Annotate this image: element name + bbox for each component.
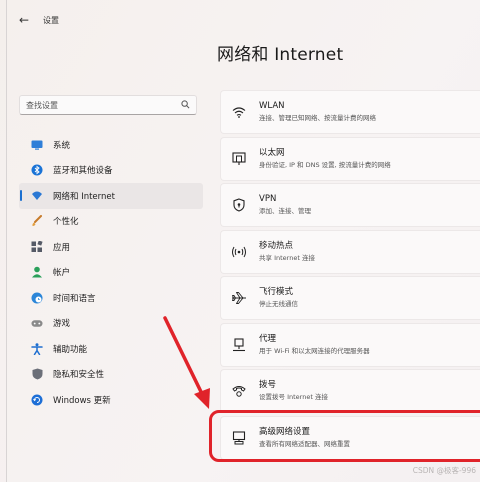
card-subtitle: 设置拨号 Internet 连接 [259,393,328,401]
airplane-icon [231,290,247,306]
card-wlan[interactable]: WLAN 连接、管理已知网络、按流量计费的网络 [220,90,480,134]
card-title: 飞行模式 [259,287,294,297]
sidebar-item-privacy[interactable]: 隐私和安全性 [19,362,203,388]
sidebar-item-personalization[interactable]: 个性化 [19,209,203,235]
sidebar-item-label: 个性化 [53,217,79,228]
card-subtitle: 添加、连接、管理 [259,207,311,215]
sidebar-item-label: 隐私和安全性 [53,370,105,381]
card-subtitle: 共享 Internet 连接 [259,253,315,262]
account-icon [31,266,43,278]
card-title: WLAN [259,101,285,111]
sidebar-item-accessibility[interactable]: 辅助功能 [19,336,203,362]
dialup-icon [231,383,247,399]
sidebar-item-label: 辅助功能 [53,344,88,355]
sidebar-item-system[interactable]: 系统 [19,132,203,158]
vpn-shield-icon [231,197,247,213]
app-title: 设置 [43,15,59,25]
card-title: VPN [259,194,277,204]
accessibility-icon [31,343,43,355]
card-vpn[interactable]: VPN 添加、连接、管理 [220,183,480,227]
search-placeholder: 查找设置 [26,100,58,110]
sidebar-item-label: 应用 [53,242,71,253]
card-title: 移动热点 [259,240,294,251]
hotspot-icon [231,244,247,260]
sidebar-item-accounts[interactable]: 帐户 [19,260,203,286]
search-icon [181,99,190,111]
card-title: 代理 [259,333,277,344]
sidebar-item-label: 帐户 [53,268,71,279]
titlebar: ← 设置 [19,12,59,28]
card-ethernet[interactable]: 以太网 身份验证, IP 和 DNS 设置, 按流量计费的网络 [220,136,480,181]
settings-window: ← 设置 查找设置 系统 蓝牙和其他设备 网络和 Internet 个性化 应用… [6,0,480,482]
wifi-icon [31,190,43,202]
card-subtitle: 停止无线通信 [259,300,298,308]
watermark: CSDN @极客-996 [412,466,476,475]
sidebar-item-network[interactable]: 网络和 Internet [19,183,203,209]
system-icon [31,139,43,151]
card-subtitle: 身份验证, IP 和 DNS 设置, 按流量计费的网络 [259,160,391,169]
sidebar-item-label: 时间和语言 [53,293,96,304]
sidebar-item-label: 游戏 [53,319,71,330]
sidebar-item-label: 网络和 Internet [53,191,115,202]
apps-icon [31,240,43,253]
sidebar-item-time-language[interactable]: 时间和语言 [19,285,203,311]
sidebar-item-bluetooth[interactable]: 蓝牙和其他设备 [19,158,203,184]
search-input[interactable]: 查找设置 [19,95,197,115]
card-title: 拨号 [259,380,277,390]
sidebar-item-label: 系统 [53,140,71,151]
settings-cards: WLAN 连接、管理已知网络、按流量计费的网络 以太网 身份验证, IP 和 D… [220,90,480,462]
card-subtitle: 用于 Wi-Fi 和以太网连接的代理服务器 [259,346,370,355]
sidebar-item-apps[interactable]: 应用 [19,234,203,260]
bluetooth-icon [31,164,43,176]
shield-icon [31,368,43,380]
back-arrow-icon[interactable]: ← [19,13,35,27]
ethernet-icon [231,151,247,167]
card-mobile-hotspot[interactable]: 移动热点 共享 Internet 连接 [220,229,480,274]
card-dialup[interactable]: 拨号 设置拨号 Internet 连接 [220,369,480,413]
card-subtitle: 查看所有网络适配器、网络重置 [259,439,350,448]
card-advanced-network-settings[interactable]: 高级网络设置 查看所有网络适配器、网络重置 [220,415,480,460]
globe-clock-icon [31,292,43,304]
card-title: 高级网络设置 [259,426,311,437]
card-airplane-mode[interactable]: 飞行模式 停止无线通信 [220,276,480,320]
sidebar-item-windows-update[interactable]: Windows 更新 [19,387,203,413]
sidebar-nav: 系统 蓝牙和其他设备 网络和 Internet 个性化 应用 帐户 时间和语言 … [19,132,203,413]
gamepad-icon [31,317,43,329]
card-subtitle: 连接、管理已知网络、按流量计费的网络 [259,114,376,122]
sidebar-item-label: Windows 更新 [53,395,111,406]
brush-icon [31,215,43,227]
update-icon [31,394,43,406]
page-title: 网络和 Internet [217,45,344,65]
advanced-network-icon [231,430,247,446]
proxy-icon [231,337,247,353]
sidebar-item-label: 蓝牙和其他设备 [53,166,113,177]
card-title: 以太网 [259,147,285,158]
wifi-icon [231,104,247,120]
card-proxy[interactable]: 代理 用于 Wi-Fi 和以太网连接的代理服务器 [220,322,480,367]
sidebar-item-gaming[interactable]: 游戏 [19,311,203,337]
